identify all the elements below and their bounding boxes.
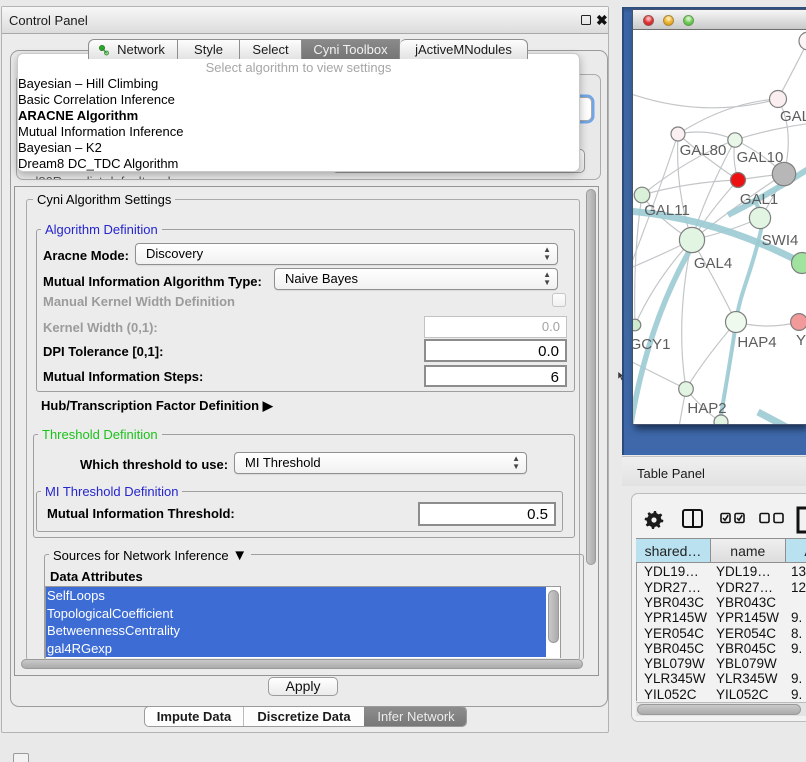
svg-text:GAL4: GAL4	[694, 255, 732, 272]
svg-text:GAL10: GAL10	[737, 149, 784, 166]
svg-text:HAP4: HAP4	[737, 334, 776, 351]
svg-text:HAP2: HAP2	[687, 400, 726, 417]
svg-text:GAL7: GAL7	[780, 108, 806, 125]
svg-text:GAL1: GAL1	[740, 191, 778, 208]
svg-text:GAL80: GAL80	[680, 142, 727, 159]
svg-text:GAL11: GAL11	[644, 202, 690, 219]
svg-text:GCY1: GCY1	[633, 336, 670, 353]
svg-text:YBR: YBR	[796, 332, 806, 349]
svg-text:SWI4: SWI4	[762, 232, 799, 249]
